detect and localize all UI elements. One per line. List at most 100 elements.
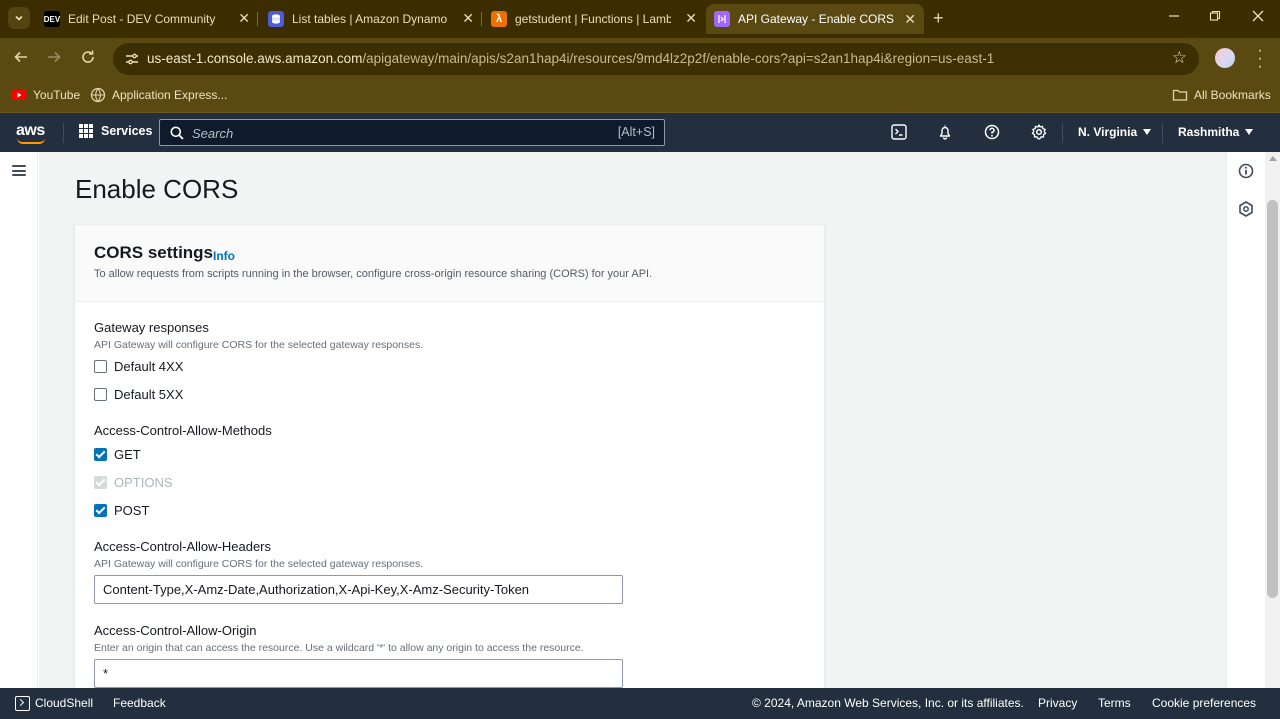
chevron-down-icon [15,15,23,21]
get-checkbox-row[interactable]: GET [94,445,141,463]
close-tab-icon[interactable]: ✕ [238,11,250,25]
nav-divider [63,123,64,143]
bookmark-label: Application Express... [112,88,228,102]
close-tab-icon[interactable]: ✕ [462,11,474,25]
scroll-up-arrow-icon[interactable] [1269,156,1277,161]
cloudshell-link[interactable]: CloudShell [35,696,93,710]
allow-methods-label: Access-Control-Allow-Methods [94,423,272,438]
services-menu-button[interactable]: Services [79,124,152,138]
url-text: us-east-1.console.aws.amazon.com/apigate… [147,51,995,66]
services-label: Services [101,124,153,138]
checkbox-label: GET [114,446,141,462]
info-circle-icon[interactable] [1238,163,1254,179]
browser-menu-icon[interactable]: · · · [1257,43,1263,75]
browser-tab-apigateway[interactable]: API Gateway - Enable CORS ✕ [706,4,924,34]
search-icon [170,126,184,140]
page-title: Enable CORS [75,174,239,204]
allow-headers-description: API Gateway will configure CORS for the … [94,558,424,570]
checkbox-label: Default 4XX [114,358,184,374]
post-checkbox[interactable] [94,503,107,517]
default-5xx-checkbox[interactable] [94,387,107,401]
all-bookmarks-button[interactable]: All Bookmarks [1172,87,1271,103]
globe-icon [90,87,106,103]
reload-icon[interactable] [80,49,96,70]
settings-gear-icon[interactable] [1030,123,1048,141]
tab-title: List tables | Amazon DynamoDB [292,12,448,26]
notifications-bell-icon[interactable] [936,123,954,141]
page-scrollbar[interactable] [1265,152,1280,688]
caret-down-icon [1245,129,1254,135]
close-tab-icon[interactable]: ✕ [904,12,916,26]
panel-description: To allow requests from scripts running i… [94,268,653,280]
copyright-text: © 2024, Amazon Web Services, Inc. or its… [752,696,1024,710]
folder-icon [1172,89,1188,101]
allow-headers-input[interactable] [94,575,623,604]
tab-divider [257,12,258,26]
bookmark-application-express[interactable]: Application Express... [90,87,227,103]
search-input[interactable] [192,124,592,142]
allow-origin-label: Access-Control-Allow-Origin [94,623,257,638]
aws-logo[interactable]: aws [16,122,45,144]
gateway-responses-description: API Gateway will configure CORS for the … [94,339,424,351]
panel-title: CORS settings [94,243,214,262]
bookmark-star-icon[interactable]: ☆ [1172,48,1187,68]
restore-icon[interactable] [1209,9,1221,25]
cloudshell-footer-icon[interactable] [15,696,30,711]
browser-tab-bar: DEV Edit Post - DEV Community ✕ List tab… [0,0,1280,38]
allow-origin-input[interactable] [94,659,623,688]
browser-toolbar: us-east-1.console.aws.amazon.com/apigate… [0,38,1280,80]
aws-search-box[interactable]: [Alt+S] [159,119,665,146]
post-checkbox-row[interactable]: POST [94,501,149,519]
site-settings-icon[interactable] [125,52,139,66]
menu-hamburger-icon[interactable] [12,165,26,176]
caret-down-icon [1143,129,1152,135]
forward-arrow-icon[interactable] [46,49,62,70]
terms-link[interactable]: Terms [1098,696,1131,710]
default-5xx-checkbox-row[interactable]: Default 5XX [94,385,183,403]
close-tab-icon[interactable]: ✕ [685,11,697,25]
side-navigation-rail [0,152,38,688]
hexagon-settings-icon[interactable] [1238,201,1254,217]
help-icon[interactable] [983,123,1001,141]
region-label: N. Virginia [1078,125,1138,139]
dev-favicon-icon: DEV [44,11,60,27]
tab-search-button[interactable] [8,7,30,29]
back-arrow-icon[interactable] [13,49,29,70]
bookmark-youtube[interactable]: YouTube [11,87,80,103]
get-checkbox[interactable] [94,447,107,461]
feedback-link[interactable]: Feedback [113,696,166,710]
privacy-link[interactable]: Privacy [1038,696,1077,710]
address-bar[interactable]: us-east-1.console.aws.amazon.com/apigate… [113,43,1199,75]
bookmark-label: YouTube [33,88,81,102]
checkbox-label: POST [114,502,150,518]
dynamodb-favicon-icon [268,11,284,27]
info-link[interactable]: Info [213,249,235,263]
default-4xx-checkbox[interactable] [94,359,107,373]
profile-avatar[interactable] [1215,48,1235,68]
scrollbar-thumb[interactable] [1267,200,1278,598]
account-menu[interactable]: Rashmitha [1178,125,1254,139]
default-4xx-checkbox-row[interactable]: Default 4XX [94,357,183,375]
all-bookmarks-label: All Bookmarks [1194,88,1271,102]
browser-tab-dynamodb[interactable]: List tables | Amazon DynamoDB ✕ [268,6,478,32]
bookmarks-bar: YouTube Application Express... All Bookm… [0,80,1280,113]
cloudshell-icon[interactable] [890,123,908,141]
browser-tab-dev[interactable]: DEV Edit Post - DEV Community ✕ [44,6,254,32]
tab-title: getstudent | Functions | Lambda [515,12,671,26]
console-footer: CloudShell Feedback © 2024, Amazon Web S… [0,688,1280,719]
checkbox-label: OPTIONS [114,474,173,490]
minimize-icon[interactable] [1168,9,1180,25]
allow-origin-description: Enter an origin that can access the reso… [94,642,584,654]
panel-header: CORS settings Info To allow requests fro… [75,225,824,302]
region-selector[interactable]: N. Virginia [1078,125,1152,139]
cookie-preferences-link[interactable]: Cookie preferences [1152,696,1256,710]
new-tab-button[interactable]: + [933,8,944,28]
browser-tab-lambda[interactable]: λ getstudent | Functions | Lambda ✕ [491,6,701,32]
cors-settings-panel: CORS settings Info To allow requests fro… [74,224,825,688]
services-grid-icon [79,124,93,138]
console-area: Enable CORS CORS settings Info To allow … [0,152,1265,688]
close-window-icon[interactable] [1252,9,1264,25]
tab-divider [481,12,482,26]
nav-divider [1062,123,1063,143]
api-gateway-favicon-icon [714,11,730,27]
